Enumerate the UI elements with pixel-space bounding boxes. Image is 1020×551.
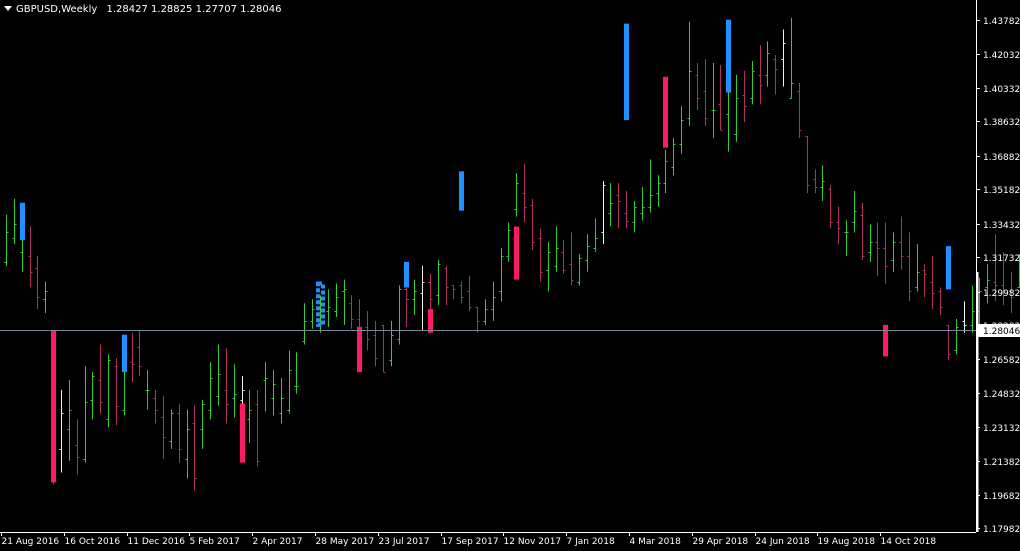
x-tick-label: 4 Mar 2018 (630, 537, 682, 547)
y-tick-label: 1.36882 (983, 153, 1020, 163)
signal-highlight (240, 403, 245, 463)
x-tick-label: 11 Dec 2016 (128, 537, 186, 547)
signal-highlight (624, 23, 629, 121)
y-tick-label: 1.40332 (983, 85, 1020, 95)
signal-highlight (122, 334, 127, 373)
x-tick-label: 19 Aug 2018 (818, 537, 876, 547)
signal-highlight (20, 202, 25, 241)
y-tick-label: 1.31732 (983, 254, 1020, 264)
chart-title-bar[interactable]: GBPUSD,Weekly 1.28427 1.28825 1.27707 1.… (4, 3, 281, 17)
y-tick-label: 1.43782 (983, 17, 1020, 27)
signal-highlight (357, 326, 362, 373)
signal-highlight (514, 226, 519, 280)
price-tag-label: 1.28046 (983, 327, 1020, 337)
price-chart[interactable]: 1.43782 1.42032 1.40332 1.38632 1.36882 1.351… (0, 0, 1020, 551)
y-tick-label: 1.23132 (983, 424, 1020, 434)
x-tick-label: 12 Nov 2017 (504, 537, 562, 547)
y-tick-label: 1.26582 (983, 356, 1020, 366)
x-tick-label: 5 Feb 2017 (190, 537, 240, 547)
y-tick-label: 1.24832 (983, 390, 1020, 400)
signal-highlight (663, 76, 668, 148)
x-tick-label: 2 Apr 2017 (253, 537, 303, 547)
low-value: 1.27707 (195, 4, 237, 15)
y-tick-label: 1.38632 (983, 118, 1020, 128)
y-tick-label: 1.33432 (983, 221, 1020, 231)
high-value: 1.28825 (151, 4, 193, 15)
x-tick-label: 24 Jun 2018 (756, 537, 810, 547)
signal-highlight (883, 324, 888, 357)
chart-background (0, 0, 1020, 551)
y-tick-label: 1.42032 (983, 51, 1020, 61)
y-tick-label: 1.17982 (983, 525, 1020, 535)
y-tick-label: 1.19682 (983, 492, 1020, 502)
x-tick-label: 7 Jan 2018 (567, 537, 615, 547)
x-tick-label: 16 Oct 2016 (65, 537, 121, 547)
open-value: 1.28427 (106, 4, 148, 15)
signal-highlight (459, 171, 464, 211)
signal-highlight (404, 261, 409, 288)
x-tick-label: 14 Oct 2018 (881, 537, 937, 547)
timeframe-label: Weekly (61, 4, 98, 15)
current-price-tag: 1.28046 (977, 324, 1020, 337)
close-value: 1.28046 (240, 4, 282, 15)
dropdown-triangle-icon[interactable] (4, 6, 12, 11)
x-tick-label: 28 May 2017 (316, 537, 375, 547)
signal-highlight (51, 330, 56, 483)
y-tick-label: 1.29982 (983, 289, 1020, 299)
x-tick-label: 23 Jul 2017 (379, 537, 430, 547)
y-tick-label: 1.21382 (983, 458, 1020, 468)
x-tick-label: 17 Sep 2017 (442, 537, 499, 547)
x-tick-label: 21 Aug 2016 (2, 537, 60, 547)
symbol-label: GBPUSD (16, 4, 59, 15)
x-tick-label: 29 Apr 2018 (693, 537, 749, 547)
signal-highlight (726, 19, 731, 93)
y-tick-label: 1.35182 (983, 186, 1020, 196)
signal-highlight (428, 309, 433, 333)
signal-highlight (946, 246, 951, 290)
